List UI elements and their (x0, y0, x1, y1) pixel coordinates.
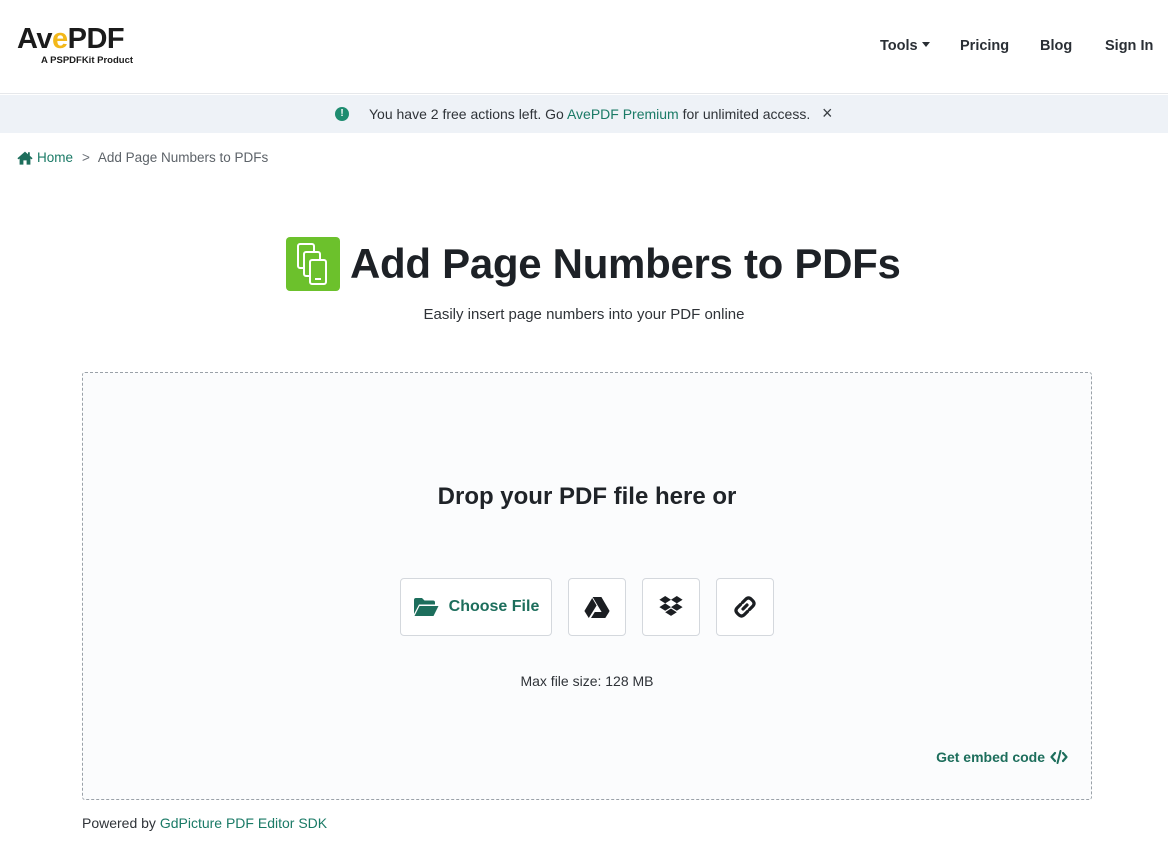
upload-options: Choose File (400, 578, 774, 636)
folder-open-icon (413, 598, 439, 616)
breadcrumb: Home > Add Page Numbers to PDFs (17, 150, 268, 165)
file-drop-zone[interactable]: Drop your PDF file here or Choose File M… (82, 372, 1092, 800)
logo-tagline: A PSPDFKit Product (41, 55, 134, 66)
breadcrumb-separator: > (82, 150, 90, 165)
code-icon (1050, 750, 1068, 764)
nav-blog[interactable]: Blog (1040, 38, 1072, 54)
logo-wordmark: AvePDF (17, 23, 125, 55)
site-header: AvePDF A PSPDFKit Product Tools Pricing … (0, 0, 1168, 94)
page-numbers-icon (286, 237, 340, 291)
info-icon: ! (335, 107, 349, 121)
premium-link[interactable]: AvePDF Premium (567, 106, 679, 122)
gdpicture-link[interactable]: GdPicture PDF Editor SDK (160, 815, 327, 831)
nav-sign-in[interactable]: Sign In (1105, 38, 1153, 54)
url-link-button[interactable] (716, 578, 774, 636)
dropbox-icon (659, 596, 683, 616)
page-title: Add Page Numbers to PDFs (350, 240, 901, 287)
google-drive-button[interactable] (568, 578, 626, 636)
choose-file-label: Choose File (448, 598, 540, 615)
free-actions-banner: ! You have 2 free actions left. Go AvePD… (0, 95, 1168, 133)
banner-message: You have 2 free actions left. Go AvePDF … (369, 106, 811, 122)
breadcrumb-home[interactable]: Home (37, 150, 73, 165)
dropbox-button[interactable] (642, 578, 700, 636)
page-heading: Add Page Numbers to PDFs (286, 237, 901, 291)
powered-by: Powered by GdPicture PDF Editor SDK (82, 815, 328, 831)
get-embed-code-link[interactable]: Get embed code (936, 749, 1068, 765)
google-drive-icon (584, 597, 610, 618)
page-subtitle: Easily insert page numbers into your PDF… (423, 306, 745, 323)
avepdf-logo[interactable]: AvePDF A PSPDFKit Product (17, 24, 142, 68)
home-icon (17, 151, 33, 165)
close-icon[interactable]: × (822, 103, 833, 123)
nav-pricing[interactable]: Pricing (960, 38, 1009, 54)
choose-file-button[interactable]: Choose File (400, 578, 552, 636)
breadcrumb-current: Add Page Numbers to PDFs (97, 150, 269, 165)
nav-tools-dropdown[interactable]: Tools (880, 38, 930, 54)
drop-zone-title: Drop your PDF file here or (437, 483, 737, 510)
caret-down-icon (921, 42, 930, 47)
link-icon (734, 596, 756, 618)
max-file-size: Max file size: 128 MB (520, 673, 654, 689)
